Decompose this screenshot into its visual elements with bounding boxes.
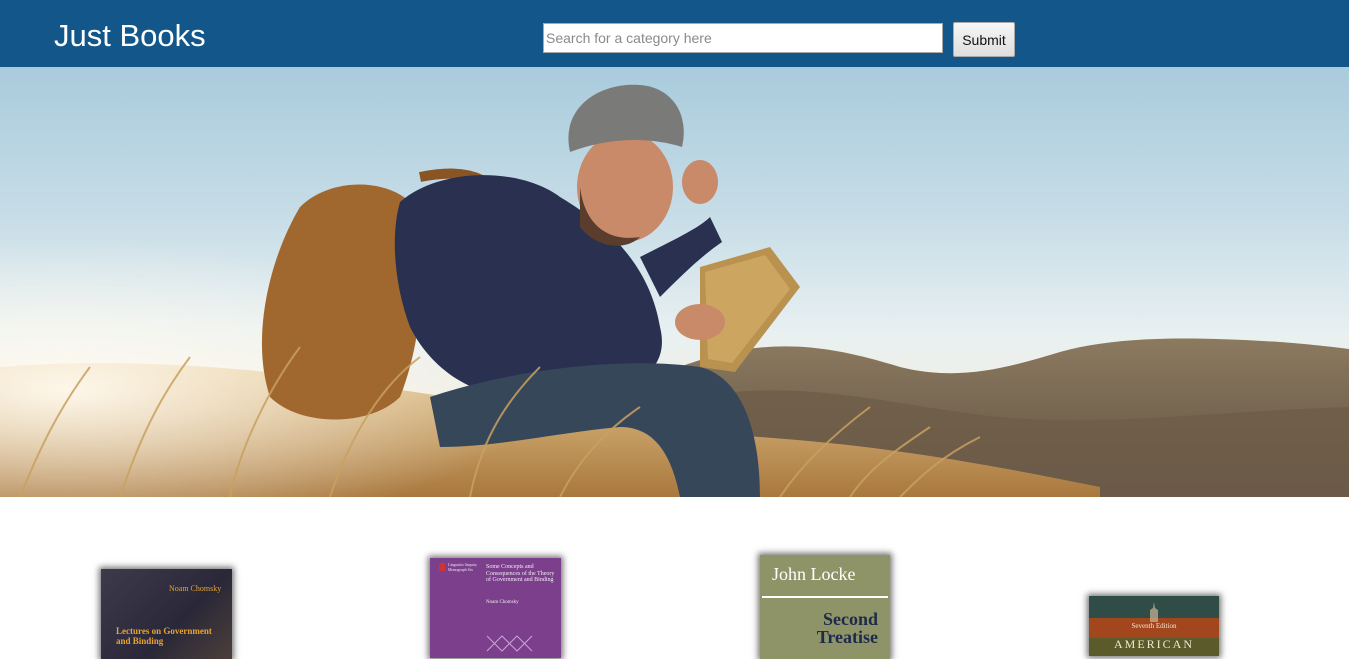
book-edition: Seventh Edition	[1131, 622, 1177, 630]
book-title: Second Treatise	[816, 609, 878, 647]
cover-divider	[762, 596, 888, 598]
hero-banner-image	[0, 67, 1349, 497]
book-author: John Locke	[772, 564, 856, 584]
book-cover-lectures-on-government-and-binding[interactable]: Noam Chomsky Lectures on Government and …	[101, 569, 232, 659]
publisher-logo-icon	[439, 563, 445, 571]
submit-button[interactable]: Submit	[953, 22, 1015, 57]
book-author: Noam Chomsky	[169, 584, 222, 593]
site-header: Just Books Submit	[0, 0, 1349, 67]
cover-diagram-icon	[486, 635, 533, 652]
capitol-dome-icon	[1150, 602, 1158, 622]
search-input[interactable]	[543, 23, 943, 53]
site-logo[interactable]: Just Books	[54, 17, 206, 55]
book-author: Noam Chomsky	[486, 600, 519, 605]
book-publisher: Linguistic Inquiry Monograph Six	[448, 562, 477, 572]
book-cover-some-concepts-and-consequences[interactable]: Linguistic Inquiry Monograph Six Some Co…	[430, 558, 561, 658]
book-title: Lectures on Government and Binding	[116, 626, 212, 646]
hero-illustration	[0, 67, 1349, 497]
book-title: Some Concepts and Consequences of the Th…	[486, 564, 555, 583]
book-cover-second-treatise[interactable]: John Locke Second Treatise	[760, 555, 890, 659]
book-cover-american[interactable]: Seventh Edition AMERICAN	[1089, 596, 1219, 656]
book-title: AMERICAN	[1113, 637, 1194, 651]
